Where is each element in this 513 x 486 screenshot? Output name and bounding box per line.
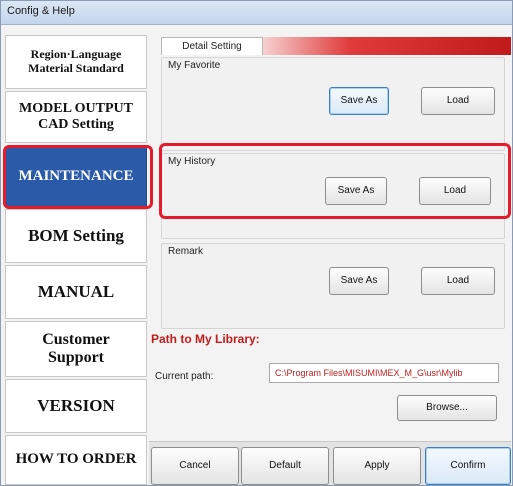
apply-button[interactable]: Apply xyxy=(333,447,421,485)
sidebar-item-label: MAINTENANCE xyxy=(18,168,134,185)
sidebar-item-manual[interactable]: MANUAL xyxy=(5,265,147,319)
sidebar-item-how-to-order[interactable]: HOW TO ORDER xyxy=(5,435,147,485)
browse-button[interactable]: Browse... xyxy=(397,395,497,421)
remark-load-button[interactable]: Load xyxy=(421,267,495,295)
sidebar-item-label: CAD Setting xyxy=(38,117,114,132)
sidebar-item-label: VERSION xyxy=(37,396,115,416)
sidebar-item-model-output[interactable]: MODEL OUTPUT CAD Setting xyxy=(5,91,147,143)
favorite-save-as-button[interactable]: Save As xyxy=(329,87,389,115)
sidebar-item-label: MANUAL xyxy=(37,282,115,302)
default-button[interactable]: Default xyxy=(241,447,329,485)
history-save-as-button[interactable]: Save As xyxy=(325,177,387,205)
sidebar-item-maintenance[interactable]: MAINTENANCE xyxy=(5,147,147,207)
history-load-button[interactable]: Load xyxy=(419,177,491,205)
sidebar-item-label: Region·Language xyxy=(30,47,122,62)
tab-detail-setting[interactable]: Detail Setting xyxy=(161,37,263,55)
current-path-field[interactable]: C:\Program Files\MISUMI\MEX_M_G\usr\Myli… xyxy=(269,363,499,383)
window-title: Config & Help xyxy=(7,5,75,17)
config-help-window: Config & Help Region·Language Material S… xyxy=(0,0,513,486)
sidebar-item-customer-support[interactable]: Customer Support xyxy=(5,321,147,377)
sidebar-item-label: HOW TO ORDER xyxy=(15,451,137,468)
sidebar-item-label: Support xyxy=(47,349,105,366)
library-path-title: Path to My Library: xyxy=(151,332,260,346)
sidebar-item-label: Customer xyxy=(42,330,110,348)
current-path-label: Current path: xyxy=(155,371,214,382)
sidebar-item-label: Material Standard xyxy=(28,61,124,75)
sidebar-item-label: MODEL OUTPUT xyxy=(19,100,133,116)
remark-save-as-button[interactable]: Save As xyxy=(329,267,389,295)
favorite-label: My Favorite xyxy=(168,60,221,71)
history-label: My History xyxy=(168,156,216,167)
title-bar: Config & Help xyxy=(1,1,512,25)
confirm-button[interactable]: Confirm xyxy=(425,447,511,485)
remark-label: Remark xyxy=(168,246,204,257)
sidebar: Region·Language Material Standard MODEL … xyxy=(5,29,147,485)
sidebar-item-region-language[interactable]: Region·Language Material Standard xyxy=(5,35,147,89)
cancel-button[interactable]: Cancel xyxy=(151,447,239,485)
favorite-load-button[interactable]: Load xyxy=(421,87,495,115)
sidebar-item-bom-setting[interactable]: BOM Setting xyxy=(5,209,147,263)
sidebar-item-label: BOM Setting xyxy=(28,226,124,246)
tab-header-stripe xyxy=(263,37,511,55)
sidebar-item-version[interactable]: VERSION xyxy=(5,379,147,433)
